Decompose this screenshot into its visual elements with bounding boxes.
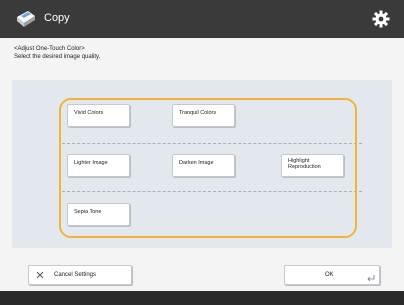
button-label: OK bbox=[325, 272, 334, 278]
title-bar: Copy bbox=[0, 0, 404, 38]
cancel-settings-button[interactable]: Cancel Settings bbox=[28, 265, 132, 285]
selection-highlight bbox=[59, 98, 357, 238]
gear-icon[interactable] bbox=[371, 9, 391, 29]
instruction-text: <Adjust One-Touch Color> Select the desi… bbox=[14, 45, 100, 61]
button-label: Cancel Settings bbox=[54, 272, 97, 278]
copy-icon bbox=[17, 11, 35, 27]
instruction-subtext: Select the desired image quality. bbox=[14, 54, 101, 60]
enter-icon bbox=[367, 275, 375, 281]
page-title: Copy bbox=[44, 12, 70, 24]
status-bar bbox=[0, 291, 404, 305]
instruction-heading: <Adjust One-Touch Color> bbox=[14, 46, 85, 52]
ok-button[interactable]: OK bbox=[284, 265, 380, 285]
close-icon bbox=[36, 271, 44, 279]
